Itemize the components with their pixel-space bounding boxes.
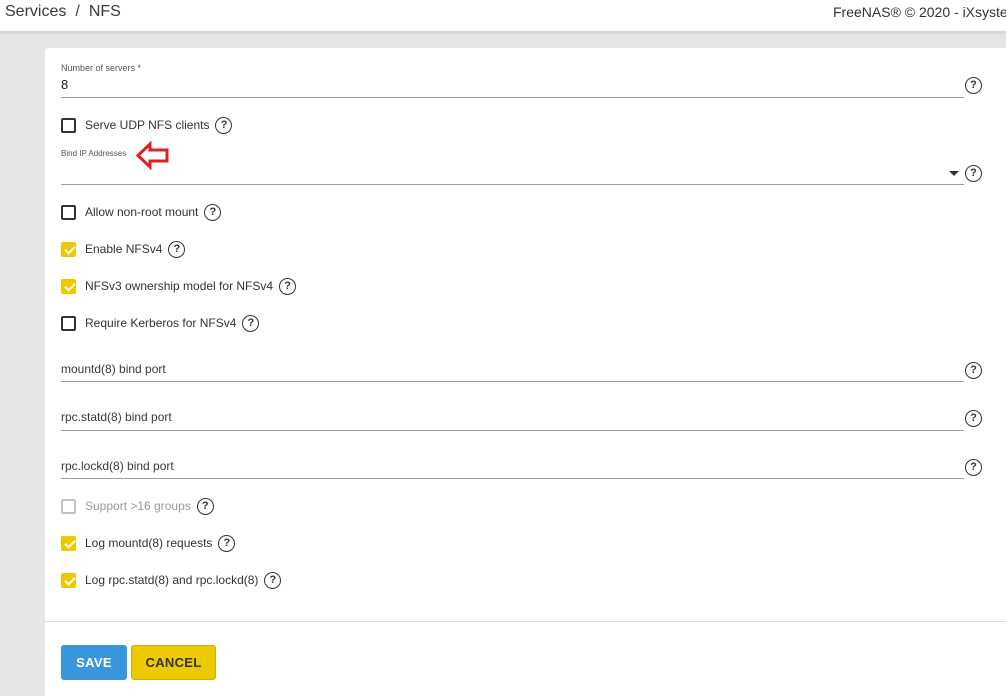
serve-udp-row[interactable]: Serve UDP NFS clients ? (61, 116, 233, 134)
mountd-port-underline (61, 381, 964, 382)
nfsv3-ownership-checkbox[interactable] (61, 278, 76, 294)
require-kerberos-label: Require Kerberos for NFSv4 (85, 316, 237, 330)
rpc-lockd-port-underline (61, 478, 964, 479)
bind-ip-label: Bind IP Addresses (61, 149, 127, 158)
help-icon[interactable]: ? (215, 116, 233, 134)
mountd-port-input[interactable]: mountd(8) bind port (61, 362, 166, 376)
help-icon[interactable]: ? (218, 534, 236, 552)
serve-udp-checkbox[interactable] (61, 117, 76, 133)
help-icon[interactable]: ? (965, 362, 982, 379)
require-kerberos-checkbox[interactable] (61, 315, 76, 331)
log-rpc-checkbox[interactable] (61, 572, 76, 588)
bind-ip-select[interactable] (61, 184, 964, 185)
save-button[interactable]: SAVE (61, 645, 127, 680)
allow-nonroot-checkbox[interactable] (61, 204, 76, 220)
log-mountd-label: Log mountd(8) requests (85, 536, 213, 550)
log-mountd-checkbox[interactable] (61, 535, 76, 551)
enable-nfsv4-label: Enable NFSv4 (85, 242, 163, 256)
log-rpc-label: Log rpc.statd(8) and rpc.lockd(8) (85, 573, 259, 587)
serve-udp-label: Serve UDP NFS clients (85, 118, 210, 132)
breadcrumb: Services / NFS (5, 3, 121, 21)
nfs-settings-card (45, 48, 1006, 696)
actions-divider (45, 621, 1006, 622)
help-icon[interactable]: ? (965, 410, 982, 427)
help-icon[interactable]: ? (242, 314, 260, 332)
top-bar: Services / NFS FreeNAS® © 2020 - iXsystems (0, 0, 1006, 32)
help-icon[interactable]: ? (965, 459, 982, 476)
help-icon[interactable]: ? (965, 77, 982, 94)
allow-nonroot-label: Allow non-root mount (85, 205, 199, 219)
chevron-down-icon[interactable] (949, 171, 959, 176)
num-servers-label: Number of servers * (61, 63, 142, 73)
nfsv3-ownership-label: NFSv3 ownership model for NFSv4 (85, 279, 274, 293)
rpc-lockd-port-input[interactable]: rpc.lockd(8) bind port (61, 459, 174, 473)
help-icon[interactable]: ? (279, 277, 297, 295)
enable-nfsv4-checkbox[interactable] (61, 241, 76, 257)
help-icon[interactable]: ? (204, 203, 222, 221)
breadcrumb-separator: / (75, 3, 80, 20)
support-16-groups-checkbox (61, 498, 76, 514)
support-16-groups-label: Support >16 groups (85, 499, 191, 513)
help-icon[interactable]: ? (264, 571, 282, 589)
breadcrumb-services[interactable]: Services (5, 3, 66, 20)
support-16-groups-row: Support >16 groups ? (61, 497, 214, 515)
num-servers-underline (61, 97, 964, 98)
help-icon[interactable]: ? (168, 240, 186, 258)
red-annotation-arrow-icon (136, 141, 169, 170)
num-servers-input[interactable]: 8 (61, 77, 68, 92)
rpc-statd-port-underline (61, 430, 964, 431)
log-rpc-row[interactable]: Log rpc.statd(8) and rpc.lockd(8) ? (61, 571, 282, 589)
breadcrumb-nfs: NFS (88, 3, 121, 20)
log-mountd-row[interactable]: Log mountd(8) requests ? (61, 534, 236, 552)
help-icon[interactable]: ? (965, 165, 982, 182)
require-kerberos-row[interactable]: Require Kerberos for NFSv4 ? (61, 314, 260, 332)
nfsv3-ownership-row[interactable]: NFSv3 ownership model for NFSv4 ? (61, 277, 297, 295)
help-icon[interactable]: ? (196, 497, 214, 515)
rpc-statd-port-input[interactable]: rpc.statd(8) bind port (61, 410, 172, 424)
cancel-button[interactable]: CANCEL (131, 645, 216, 680)
enable-nfsv4-row[interactable]: Enable NFSv4 ? (61, 240, 186, 258)
copyright-text: FreeNAS® © 2020 - iXsystems (833, 4, 1006, 20)
allow-nonroot-row[interactable]: Allow non-root mount ? (61, 203, 222, 221)
